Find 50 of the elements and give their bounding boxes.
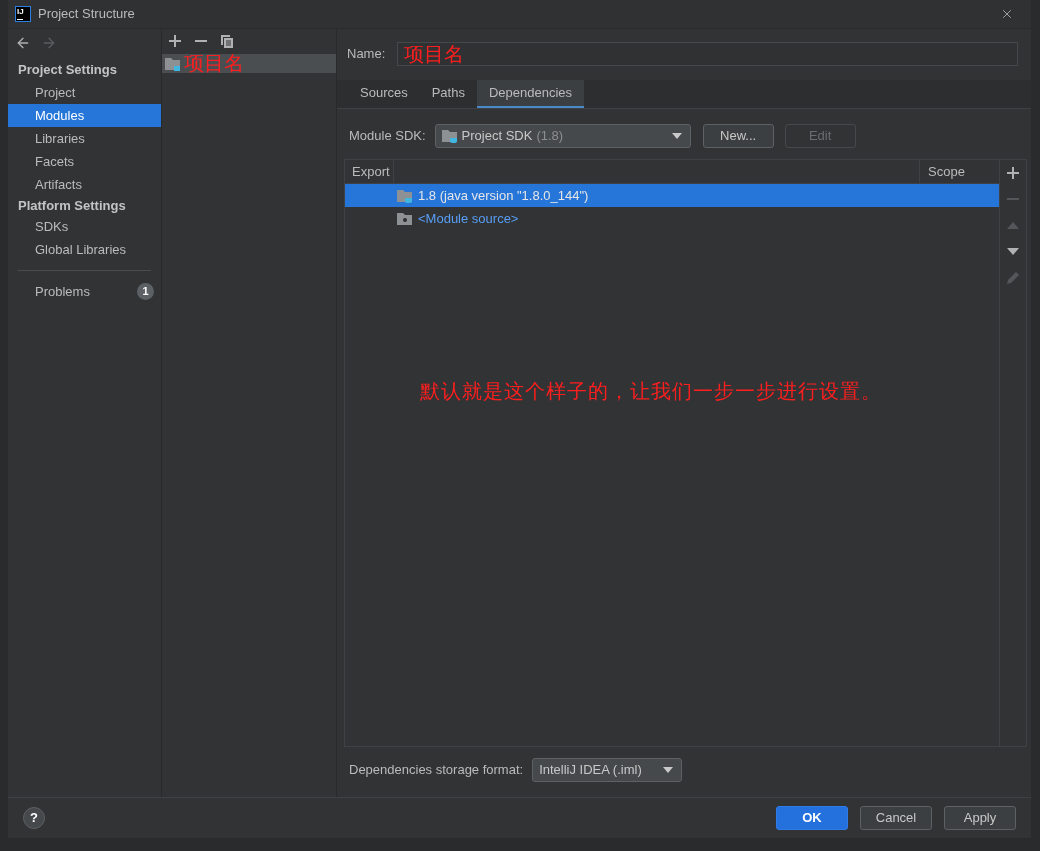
- tab[interactable]: Sources: [348, 80, 420, 108]
- storage-format-dropdown[interactable]: IntelliJ IDEA (.iml): [532, 758, 683, 782]
- folder-cup-icon: [441, 129, 458, 143]
- problems-item[interactable]: Problems 1: [8, 280, 161, 303]
- column-header[interactable]: Scope: [919, 160, 999, 183]
- folder-icon: [165, 56, 181, 71]
- sdk-version: (1.8): [536, 127, 564, 146]
- dialog-button[interactable]: Apply: [944, 806, 1016, 830]
- caret-icon: [671, 133, 682, 139]
- close-icon[interactable]: [1000, 7, 1014, 21]
- new-button[interactable]: New...: [702, 124, 774, 148]
- column-header[interactable]: Export: [345, 160, 394, 183]
- dialog-button[interactable]: OK: [776, 806, 848, 830]
- copy-icon[interactable]: [221, 34, 233, 48]
- folder-cup-icon: [397, 188, 413, 203]
- folder-icon: [397, 211, 413, 226]
- dependency-row[interactable]: <Module source>: [345, 207, 999, 230]
- dependency-row[interactable]: 1.8 (java version "1.8.0_144"): [345, 184, 999, 207]
- sdk-entry: 1.8 (java version "1.8.0_144"): [418, 186, 589, 205]
- plus-icon[interactable]: [1007, 167, 1019, 179]
- sidebar-item[interactable]: Modules: [8, 104, 161, 127]
- count-badge: 1: [137, 283, 154, 300]
- sidebar-item[interactable]: Global Libraries: [8, 238, 161, 261]
- triangle-down-icon[interactable]: [1007, 247, 1019, 255]
- sidebar-item[interactable]: Project: [8, 81, 161, 104]
- tab[interactable]: Dependencies: [476, 80, 585, 108]
- storage-format-label: Dependencies storage format:: [349, 761, 524, 780]
- window-title: Project Structure: [38, 5, 135, 24]
- caret-icon: [663, 767, 674, 773]
- section-header: Platform Settings: [17, 196, 127, 215]
- sidebar-item[interactable]: SDKs: [8, 215, 161, 238]
- annotation-text: 默认就是这个样子的，让我们一步一步进行设置。: [420, 379, 882, 404]
- plus-icon[interactable]: [169, 35, 181, 47]
- module-name: 项目名: [184, 54, 244, 73]
- name-field[interactable]: 项目名: [397, 42, 1018, 66]
- sidebar-item[interactable]: Facets: [8, 150, 161, 173]
- help-button[interactable]: ?: [23, 807, 45, 829]
- sidebar-item[interactable]: Artifacts: [8, 173, 161, 196]
- name-value: 项目名: [404, 43, 464, 65]
- app-logo-icon: IJ: [15, 6, 31, 22]
- sidebar-item[interactable]: Libraries: [8, 127, 161, 150]
- module-source-link: <Module source>: [418, 209, 519, 228]
- module-sdk-dropdown[interactable]: Project SDK (1.8): [434, 124, 691, 148]
- dialog-button[interactable]: Cancel: [860, 806, 932, 830]
- module-sdk-label: Module SDK:: [349, 127, 426, 146]
- name-label: Name:: [347, 45, 387, 64]
- section-header: Project Settings: [17, 60, 118, 79]
- sdk-value: Project SDK: [461, 127, 533, 146]
- storage-format-value: IntelliJ IDEA (.iml): [539, 761, 642, 780]
- tab[interactable]: Paths: [419, 80, 477, 108]
